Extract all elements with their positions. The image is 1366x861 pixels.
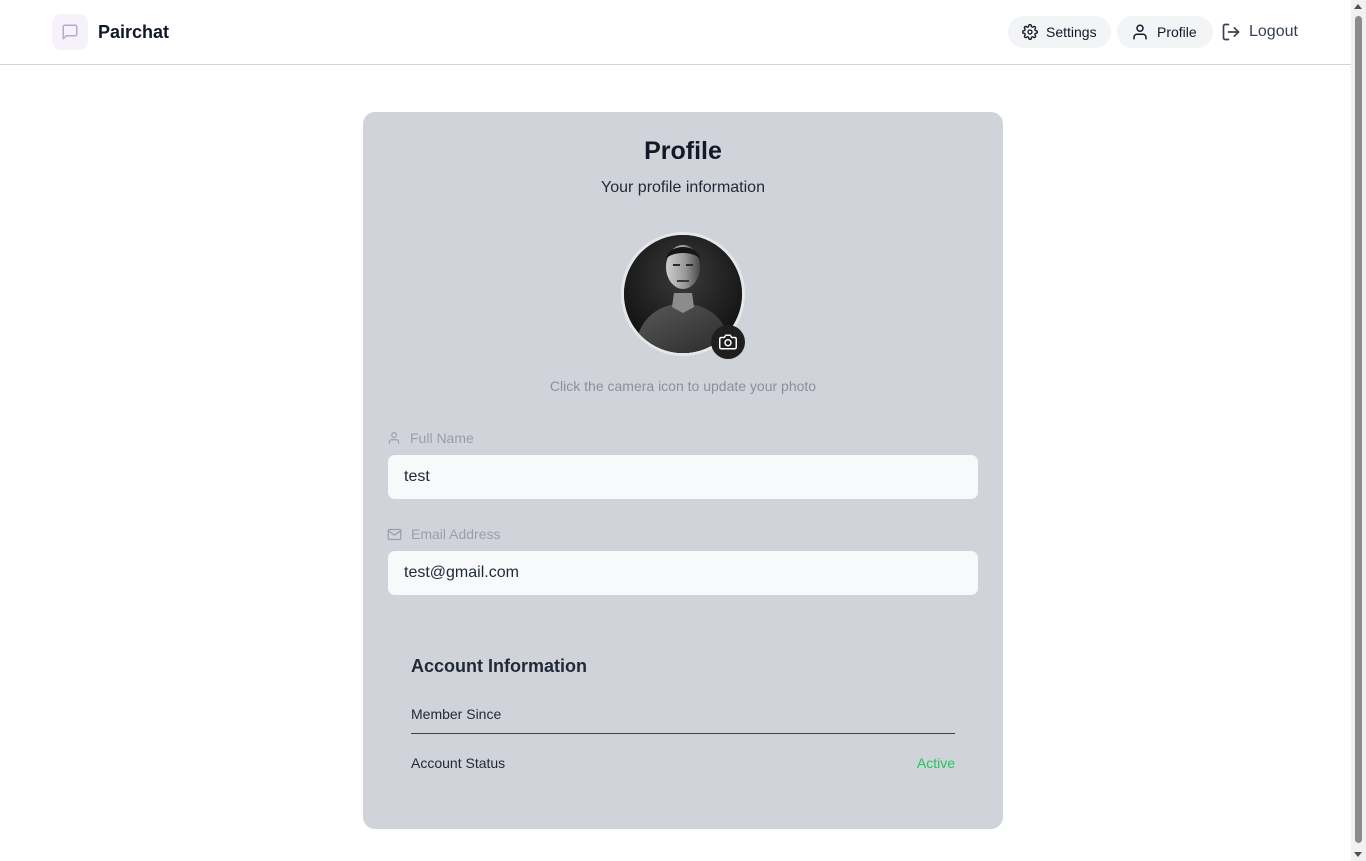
- account-status-label: Account Status: [411, 755, 506, 771]
- full-name-label: Full Name: [387, 430, 474, 446]
- brand-logo: [52, 14, 88, 50]
- photo-hint: Click the camera icon to update your pho…: [549, 378, 817, 394]
- user-icon: [1133, 24, 1147, 40]
- logout-label: Logout: [1249, 23, 1298, 40]
- account-status-row: Account Status Active: [411, 755, 955, 771]
- email-label-text: Email Address: [411, 526, 501, 542]
- brand[interactable]: Pairchat: [52, 14, 169, 50]
- logout-icon: [1222, 23, 1240, 41]
- camera-icon: [719, 334, 737, 350]
- message-square-icon: [62, 24, 78, 40]
- scroll-thumb[interactable]: [1355, 16, 1362, 843]
- full-name-label-text: Full Name: [410, 430, 474, 446]
- account-information-heading: Account Information: [411, 656, 587, 676]
- page-title: Profile: [644, 137, 722, 165]
- settings-label: Settings: [1046, 24, 1097, 40]
- settings-button[interactable]: Settings: [1008, 16, 1111, 48]
- email-value: test@gmail.com: [404, 564, 519, 581]
- member-since-row: Member Since: [411, 706, 955, 734]
- page-subtitle: Your profile information: [601, 179, 765, 196]
- status-badge: Active: [916, 755, 955, 771]
- page-scrollbar[interactable]: [1351, 0, 1366, 861]
- brand-name: Pairchat: [98, 21, 170, 42]
- camera-button[interactable]: [711, 325, 745, 359]
- profile-button[interactable]: Profile: [1117, 16, 1213, 48]
- scroll-up-arrow[interactable]: [1354, 4, 1362, 9]
- full-name-field[interactable]: test: [387, 454, 979, 500]
- gear-icon: [1022, 24, 1038, 40]
- full-name-value: test: [404, 468, 430, 485]
- member-since-label: Member Since: [411, 706, 502, 722]
- avatar-container: [621, 232, 745, 359]
- top-navbar: Pairchat Settings Profile Logout: [0, 0, 1351, 65]
- email-field[interactable]: test@gmail.com: [387, 550, 979, 596]
- email-label: Email Address: [387, 526, 500, 542]
- profile-card: Profile Your profile information Click t…: [363, 112, 1003, 829]
- profile-label: Profile: [1157, 24, 1197, 40]
- user-icon: [388, 432, 400, 444]
- mail-icon: [387, 528, 402, 540]
- logout-button[interactable]: Logout: [1221, 16, 1311, 48]
- scroll-down-arrow[interactable]: [1354, 852, 1362, 857]
